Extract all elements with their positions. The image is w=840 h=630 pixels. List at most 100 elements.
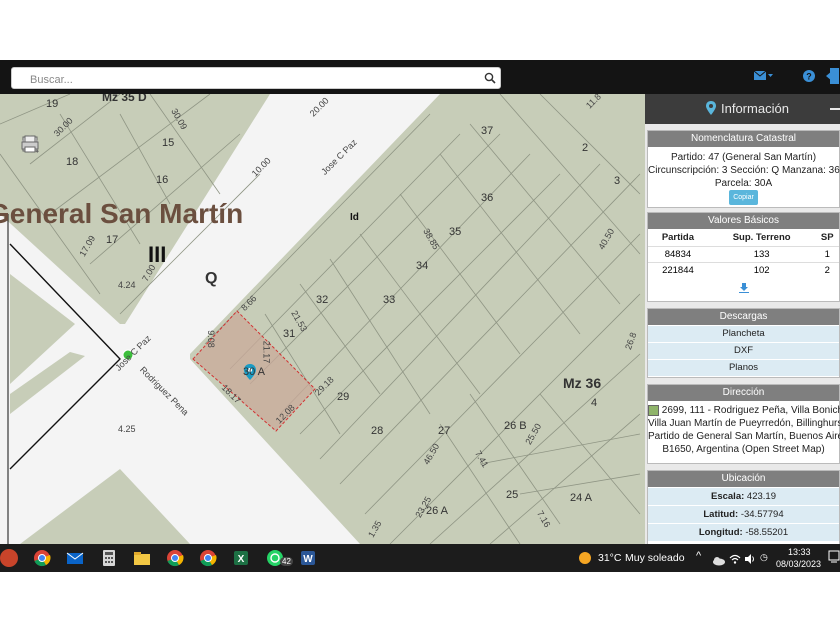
logout-icon[interactable] (826, 66, 840, 91)
lot-label: 18 (66, 156, 79, 168)
chrome-profile-icon[interactable] (166, 549, 184, 567)
measure-icon[interactable] (20, 136, 40, 242)
excel-icon[interactable]: X (232, 549, 250, 567)
word-icon[interactable]: W (299, 549, 317, 567)
table-cell: 1 (815, 246, 839, 263)
clock-time[interactable]: 13:33 (788, 547, 811, 557)
minimize-icon[interactable] (830, 108, 840, 110)
circunscripcion-text: Circunscripción: 3 Sección: Q Manzana: 3… (648, 165, 840, 176)
escala-value: 423.19 (746, 491, 776, 502)
search-icon[interactable] (484, 71, 496, 89)
download-icon[interactable] (648, 280, 839, 298)
lot-id-label: Id (350, 212, 359, 223)
latitud-label: Latitud: (703, 509, 739, 520)
measure-label: 4.24 (118, 280, 136, 290)
lot-label: 26 A (426, 505, 449, 517)
copy-button[interactable]: Copiar (729, 190, 758, 205)
mail-icon[interactable] (753, 69, 774, 87)
planos-link[interactable]: Planos (648, 359, 839, 376)
dxf-link[interactable]: DXF (648, 342, 839, 359)
address-line: B1650, Argentina (Open Street Map) (662, 444, 825, 455)
panel-title: Información (721, 101, 789, 116)
measure-label: 21.17 (261, 340, 272, 364)
wifi-icon[interactable] (729, 552, 741, 564)
table-row: 84834 133 1 (648, 246, 839, 263)
escala-row: Escala: 423.19 (648, 487, 839, 505)
section-header: Valores Básicos (648, 213, 839, 229)
col-header: Partida (661, 232, 695, 243)
valores-table: Partida Sup. Terreno SP 84834 133 1 2218… (648, 229, 839, 278)
weather-sun-icon[interactable] (578, 551, 592, 565)
mail-icon[interactable] (66, 549, 84, 567)
parcela-text: Parcela: 30A (714, 178, 773, 189)
lot-label: 24 A (570, 492, 593, 504)
table-cell: 2 (815, 262, 839, 278)
info-icon[interactable]: i (20, 135, 40, 220)
map-toolbar: i (20, 134, 42, 266)
block-label-top: Mz 35 D (102, 94, 147, 104)
lot-label: 32 (316, 294, 329, 306)
info-panel: Información Nomenclatura Catastral Parti… (645, 94, 840, 544)
map-canvas[interactable] (0, 94, 645, 544)
section-header: Dirección (648, 385, 839, 401)
chrome-profile2-icon[interactable] (199, 549, 217, 567)
print-icon[interactable] (20, 135, 40, 264)
cloud-icon[interactable] (712, 553, 726, 566)
volume-icon[interactable] (744, 552, 756, 564)
powerpoint-icon[interactable] (0, 549, 18, 567)
measure-label: 4.25 (118, 424, 136, 434)
file-explorer-icon[interactable] (133, 549, 151, 567)
help-icon[interactable]: ? (803, 69, 815, 87)
lot-label: 15 (162, 137, 175, 149)
section-header: Descargas (648, 309, 839, 325)
valores-section: Valores Básicos Partida Sup. Terreno SP … (647, 212, 840, 302)
lot-label: 27 (438, 425, 451, 437)
zone-label: Q (205, 270, 218, 287)
windows-taskbar: X 42 W 31°C Muy soleado ^ ◷ 13:33 08/03/… (0, 544, 840, 572)
nomenclatura-section: Nomenclatura Catastral Partido: 47 (Gene… (647, 130, 840, 208)
lot-label: 30 A (243, 366, 266, 378)
manzana-label: Mz 36 (563, 375, 602, 391)
longitud-value: -58.55201 (745, 527, 789, 538)
notification-icon[interactable] (828, 550, 840, 564)
longitud-label: Longitud: (698, 527, 743, 538)
lot-label: 16 (156, 174, 169, 186)
top-bar: ? (0, 60, 840, 94)
longitud-row: Longitud: -58.55201 (648, 523, 839, 541)
clock-date[interactable]: 08/03/2023 (776, 559, 821, 569)
col-header: Sup. Terreno (732, 232, 791, 243)
whatsapp-badge: 42 (280, 557, 293, 566)
lot-label: 37 (481, 125, 494, 137)
calculator-icon[interactable] (100, 549, 118, 567)
weather-description: Muy soleado (625, 552, 685, 564)
latitud-row: Latitud: -34.57794 (648, 505, 839, 523)
section-header: Nomenclatura Catastral (648, 131, 839, 147)
chevron-up-icon[interactable]: ^ (696, 550, 701, 562)
search-box[interactable] (11, 67, 501, 89)
app-screen: ? (0, 60, 840, 572)
table-cell: 221844 (648, 262, 708, 278)
svg-text:X: X (238, 554, 245, 565)
language-indicator[interactable]: ◷ (760, 552, 768, 563)
partido-text: Partido: 47 (General San Martín) (670, 152, 817, 163)
map-view[interactable]: Mz 35 D General San Martín III Q Mz 36 I… (0, 94, 645, 544)
lot-label: 33 (383, 294, 396, 306)
chrome-icon[interactable] (33, 549, 51, 567)
section-header: Ubicación (648, 471, 839, 487)
zoom-out-icon[interactable] (20, 136, 40, 198)
lot-label: 2 (582, 142, 589, 154)
escala-label: Escala: (711, 491, 745, 502)
latitud-value: -34.57794 (740, 509, 784, 520)
svg-text:?: ? (806, 72, 812, 82)
search-input[interactable] (28, 71, 472, 88)
lot-label: 28 (371, 425, 384, 437)
map-image-icon (648, 404, 659, 416)
zoom-in-icon[interactable] (20, 136, 40, 176)
lot-label: 35 (449, 226, 462, 238)
svg-text:W: W (303, 554, 313, 565)
lot-label: 4 (591, 397, 598, 409)
lot-label: 34 (416, 260, 429, 272)
address-line: Partido de General San Martín, Buenos Ai… (648, 431, 840, 442)
plancheta-link[interactable]: Plancheta (648, 325, 839, 342)
address-line: 2699, 111 - Rodriguez Peña, Villa Bonich (661, 405, 840, 416)
